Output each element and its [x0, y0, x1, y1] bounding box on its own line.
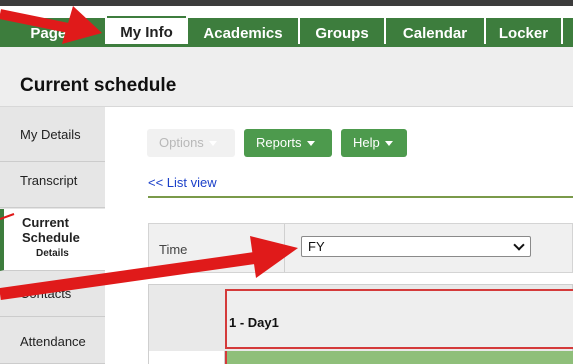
- section-divider: [148, 196, 573, 198]
- options-button[interactable]: Options: [147, 129, 235, 157]
- main-tab-bar: Pages My Info Academics Groups Calendar …: [0, 6, 573, 50]
- sidebar-item-my-details[interactable]: My Details: [0, 117, 105, 162]
- caret-down-icon: [306, 141, 315, 147]
- sidebar-item-label: Current Schedule: [22, 215, 80, 245]
- grid-period-cell: [149, 351, 225, 364]
- sidebar-item-label: Contacts: [20, 286, 72, 301]
- sidebar-item-attendance[interactable]: Attendance: [0, 318, 105, 364]
- time-select[interactable]: FY: [301, 236, 531, 257]
- filter-divider: [284, 224, 285, 272]
- sidebar-subitem-details[interactable]: Details: [36, 248, 69, 259]
- page-header: Current schedule: [0, 47, 573, 107]
- grid-class-cell[interactable]: [225, 351, 573, 364]
- help-button[interactable]: Help: [341, 129, 407, 157]
- help-button-label: Help: [353, 135, 380, 150]
- grid-day-header: 1 - Day1: [225, 289, 573, 349]
- reports-button-label: Reports: [256, 135, 302, 150]
- chevron-down-icon: [513, 239, 525, 251]
- time-select-value: FY: [308, 239, 325, 254]
- options-button-label: Options: [159, 135, 204, 150]
- caret-down-icon: [208, 141, 217, 147]
- main-content: Options Reports Help << List view Time F…: [105, 107, 573, 364]
- page-title: Current schedule: [20, 75, 177, 96]
- caret-down-icon: [384, 141, 393, 147]
- reports-button[interactable]: Reports: [244, 129, 332, 157]
- time-filter-label: Time: [159, 242, 188, 257]
- sidebar-item-transcript[interactable]: Transcript: [0, 163, 105, 208]
- schedule-grid: 1 - Day1: [148, 284, 573, 364]
- grid-day-label: 1 - Day1: [229, 315, 279, 330]
- sidebar-item-current-schedule[interactable]: Current Schedule Details: [0, 209, 105, 271]
- list-view-link[interactable]: << List view: [148, 175, 217, 190]
- sidebar: My Details Transcript Current Schedule D…: [0, 107, 105, 364]
- sidebar-item-label: Attendance: [20, 334, 86, 349]
- time-filter-row: Time FY: [148, 223, 573, 273]
- sidebar-item-contacts[interactable]: Contacts: [0, 272, 105, 317]
- sidebar-item-label: My Details: [20, 127, 81, 142]
- sidebar-item-label: Transcript: [20, 173, 78, 188]
